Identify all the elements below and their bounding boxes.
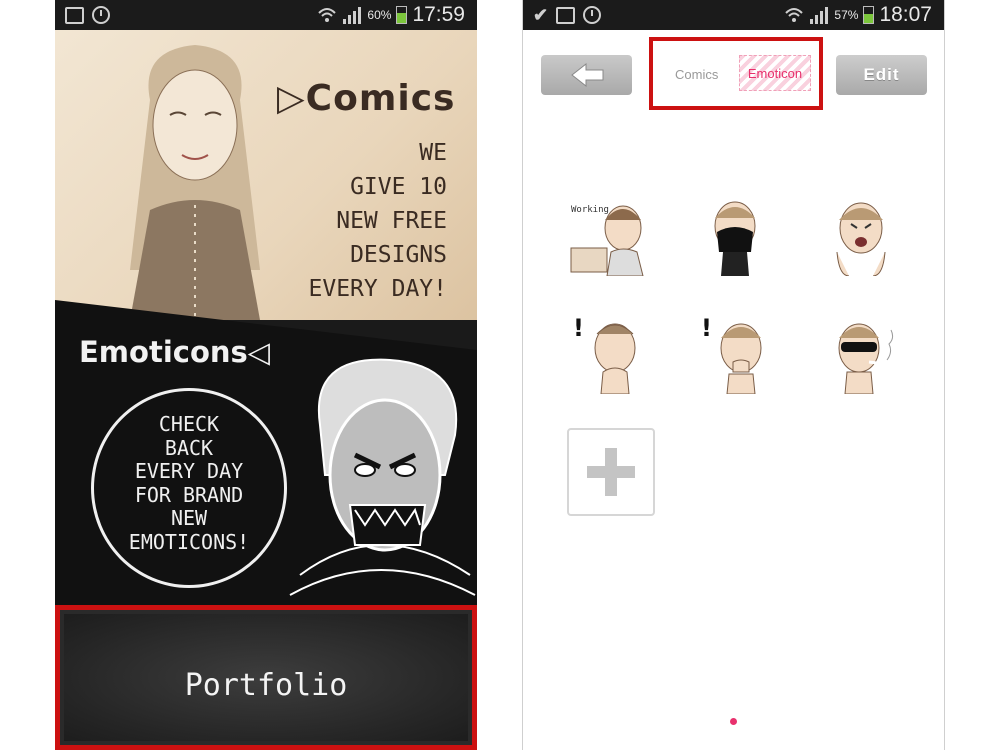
surprised-sticker[interactable]: ! — [567, 310, 651, 394]
status-bar: ✔ 57% 18:07 — [523, 0, 944, 30]
status-bar: 60% 17:59 — [55, 0, 477, 30]
wifi-icon — [785, 8, 804, 22]
clock-time: 17:59 — [412, 3, 465, 26]
page-indicator-dot — [730, 718, 737, 725]
category-tabs: Comics Emoticon — [649, 37, 823, 110]
comics-line: GIVE 10 — [350, 174, 447, 200]
bubble-line: FOR BRAND — [134, 482, 244, 507]
bubble-line: EMOTICONS! — [128, 529, 250, 554]
crying-face-sticker[interactable] — [819, 192, 903, 276]
gallery-icon — [65, 6, 84, 24]
wifi-icon — [318, 8, 337, 22]
back-button[interactable] — [541, 55, 632, 95]
tab-comics[interactable]: Comics — [675, 67, 718, 82]
check-icon: ✔ — [533, 5, 549, 25]
svg-text:!: ! — [573, 314, 584, 342]
masked-face-sticker[interactable] — [693, 192, 777, 276]
comics-description: WE GIVE 10 NEW FREE DESIGNS EVERY DAY! — [309, 136, 447, 306]
battery-percent: 60% — [367, 8, 392, 22]
comics-line: DESIGNS — [350, 242, 447, 268]
bubble-line: EVERY DAY — [134, 459, 244, 483]
emoticons-title: Emoticons◁ — [79, 335, 271, 369]
bubble-line: CHECK — [158, 412, 220, 436]
shocked-hand-sticker[interactable]: ! — [693, 310, 777, 394]
bubble-line: BACK — [164, 435, 214, 460]
signal-icon — [810, 7, 829, 24]
sticker-caption: Working — [571, 205, 609, 215]
portfolio-button[interactable]: Portfolio — [55, 605, 477, 750]
woman-caricature-illustration — [130, 45, 260, 320]
comics-line: EVERY DAY! — [308, 276, 447, 302]
svg-text:!: ! — [701, 314, 712, 342]
comics-banner[interactable]: ▷Comics WE GIVE 10 NEW FREE DESIGNS EVER… — [55, 30, 477, 320]
signal-icon — [343, 7, 362, 24]
alarm-icon — [583, 6, 602, 24]
add-emoticon-button[interactable] — [567, 428, 655, 516]
battery-percent: 57% — [834, 8, 859, 22]
back-arrow-icon — [571, 62, 604, 88]
sunglasses-smoking-sticker[interactable] — [819, 310, 903, 394]
working-sticker[interactable]: Working — [567, 192, 651, 276]
tab-emoticon[interactable]: Emoticon — [739, 55, 811, 91]
battery-icon — [396, 6, 408, 24]
edit-button[interactable]: Edit — [836, 55, 927, 95]
left-phone-screen: 60% 17:59 ▷Comics WE GIVE 10 NEW FREE DE… — [55, 0, 477, 750]
gallery-icon — [556, 6, 576, 24]
portfolio-label: Portfolio — [184, 668, 348, 703]
speech-bubble-text: CHECK BACK EVERY DAY FOR BRAND NEW EMOTI… — [91, 412, 287, 554]
comics-title: ▷Comics — [277, 78, 456, 119]
alarm-icon — [92, 6, 110, 24]
clock-time: 18:07 — [879, 3, 932, 26]
battery-icon — [863, 6, 875, 24]
comics-line: NEW FREE — [336, 208, 447, 234]
plus-icon — [587, 448, 635, 496]
angry-man-illustration — [289, 358, 476, 596]
bubble-line: NEW — [170, 506, 208, 530]
comics-line: WE — [419, 140, 447, 166]
edit-label: Edit — [863, 65, 900, 84]
right-phone-screen: ✔ 57% 18:07 Comics Emoticon Edit Working — [522, 0, 945, 750]
